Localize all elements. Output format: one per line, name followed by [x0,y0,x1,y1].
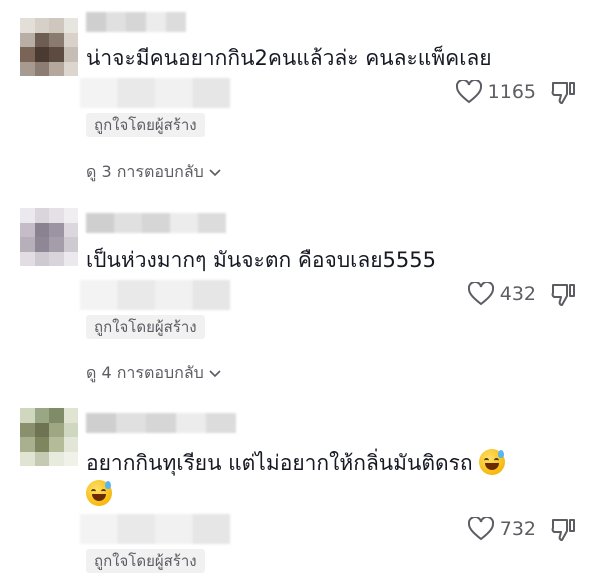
heart-icon [467,282,494,306]
liked-by-creator-badge: ถูกใจโดยผู้สร้าง [86,549,205,573]
chevron-down-icon [209,168,221,176]
view-replies-label: ดู 3 การตอบกลับ [86,162,204,181]
like-count: 1165 [487,81,536,103]
like-button[interactable]: 432 [467,282,536,306]
meta-blurred [80,514,230,544]
thumbs-down-icon[interactable] [550,282,576,308]
comment-text-line: อยากกินทุเรียน แต่ไม่อยากให้กลิ่นมันติดร… [86,451,473,475]
username-blurred[interactable] [86,413,236,433]
like-button[interactable]: 1165 [455,80,536,104]
view-replies-label: ดู 4 การตอบกลับ [86,363,204,382]
username-blurred[interactable] [86,213,226,233]
comment-text: อยากกินทุเรียน แต่ไม่อยากให้กลิ่นมันติดร… [86,449,506,477]
view-replies-button[interactable]: ดู 4 การตอบกลับ [86,361,222,386]
like-count: 432 [499,283,536,305]
meta-blurred [80,78,230,108]
sweat-smile-emoji-icon [479,449,506,475]
liked-by-creator-badge: ถูกใจโดยผู้สร้าง [86,315,205,339]
liked-by-creator-badge: ถูกใจโดยผู้สร้าง [86,113,205,137]
thumbs-down-icon[interactable] [550,517,576,543]
comment-text: เป็นห่วงมากๆ มันจะตก คือจบเลย5555 [86,248,436,272]
comment-text: น่าจะมีคนอยากกิน2คนแล้วล่ะ คนละแพ็คเลย [86,46,492,70]
avatar[interactable] [20,208,78,266]
avatar[interactable] [20,408,78,466]
meta-blurred [80,280,230,310]
chevron-down-icon [209,369,221,377]
heart-icon [467,517,494,541]
thumbs-down-icon[interactable] [550,80,576,106]
like-button[interactable]: 732 [467,517,536,541]
like-count: 732 [499,518,536,540]
view-replies-button[interactable]: ดู 3 การตอบกลับ [86,160,222,185]
username-blurred[interactable] [86,12,186,32]
sweat-smile-emoji-icon [86,480,112,506]
heart-icon [455,80,482,104]
comment-item: น่าจะมีคนอยากกิน2คนแล้วล่ะ คนละแพ็คเลย 1… [0,0,600,190]
comment-text-line2 [86,480,112,508]
avatar[interactable] [20,18,78,76]
